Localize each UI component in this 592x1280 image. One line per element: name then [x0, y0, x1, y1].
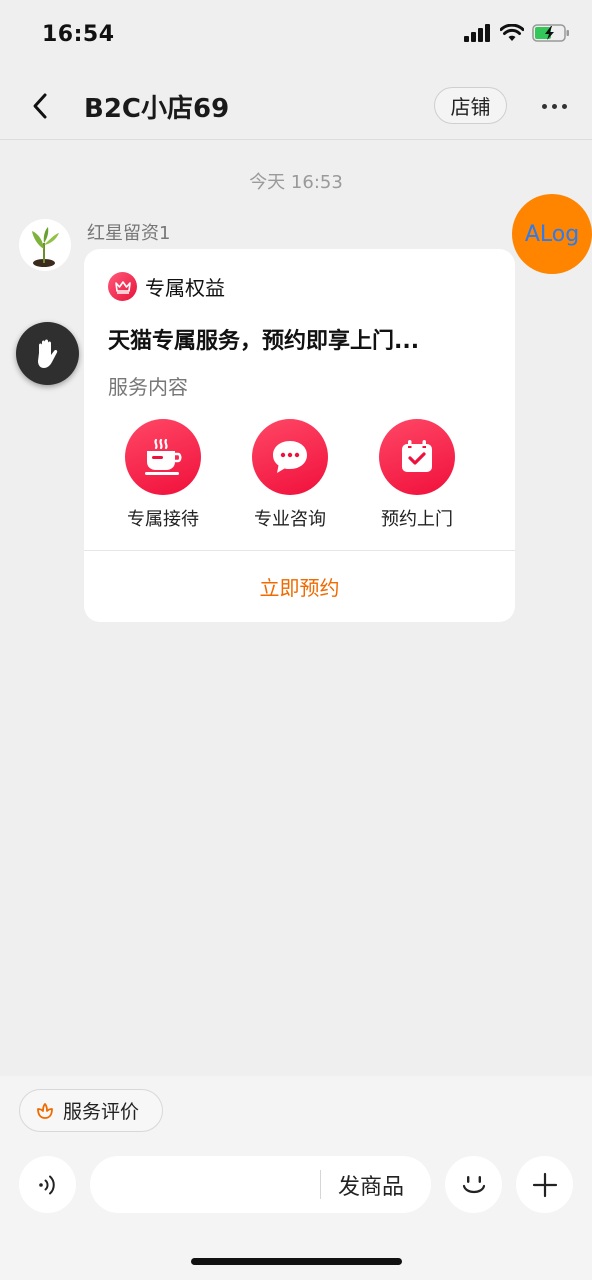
more-dot-icon — [561, 103, 567, 109]
service-list: 专属接待 专业咨询 预约上门 — [108, 419, 491, 531]
smile-icon — [462, 1175, 485, 1193]
back-button[interactable] — [22, 88, 58, 124]
service-item-reception[interactable]: 专属接待 — [108, 419, 218, 531]
more-actions-button[interactable] — [516, 1156, 573, 1213]
card-subtitle: 服务内容 — [108, 375, 188, 399]
status-icons — [464, 24, 570, 42]
service-label: 预约上门 — [381, 509, 453, 530]
more-options-button[interactable] — [536, 90, 572, 122]
message-input[interactable]: 发商品 — [90, 1156, 431, 1213]
more-dot-icon — [551, 103, 557, 109]
crown-icon — [108, 272, 137, 301]
avatar[interactable] — [19, 219, 71, 271]
sender-name: 红星留资1 — [87, 223, 171, 244]
service-review-label: 服务评价 — [63, 1101, 140, 1123]
chat-bubble-icon — [273, 441, 307, 473]
cellular-signal-icon — [464, 24, 490, 42]
send-product-button[interactable]: 发商品 — [338, 1156, 404, 1213]
home-indicator[interactable] — [191, 1258, 402, 1265]
page-title: B2C小店69 — [84, 94, 230, 124]
sprout-icon — [32, 227, 59, 267]
service-item-consult[interactable]: 专业咨询 — [235, 419, 345, 531]
store-button[interactable]: 店铺 — [434, 87, 507, 124]
alog-button[interactable]: ALog — [512, 194, 592, 274]
calendar-check-icon — [402, 440, 432, 472]
plus-icon — [532, 1172, 557, 1197]
wifi-icon — [500, 24, 524, 41]
more-dot-icon — [541, 103, 547, 109]
service-item-appointment[interactable]: 预约上门 — [362, 419, 472, 531]
chat-screen: 16:54 B2C小店69 店铺 今天 16:53 红星留资1 ALog 专属权… — [0, 0, 592, 1280]
bottom-panel: 服务评价 发商品 — [0, 1076, 592, 1280]
battery-charging-icon — [532, 24, 569, 42]
hand-icon — [37, 339, 57, 368]
service-card[interactable]: 专属权益 天猫专属服务，预约即享上门... 服务内容 专属接待 专业咨询 预约上… — [84, 249, 515, 622]
service-review-button[interactable]: 服务评价 — [19, 1089, 163, 1132]
service-icon-circle — [125, 419, 201, 495]
voice-input-button[interactable] — [19, 1156, 76, 1213]
nav-bar: B2C小店69 店铺 — [0, 72, 592, 140]
status-bar: 16:54 — [0, 0, 592, 72]
card-title: 天猫专属服务，预约即享上门... — [108, 329, 420, 354]
flower-icon — [37, 1102, 53, 1119]
card-badge-label: 专属权益 — [145, 276, 225, 300]
book-now-button[interactable]: 立即预约 — [84, 551, 515, 622]
voice-icon — [38, 1175, 55, 1194]
chevron-left-icon — [33, 93, 47, 119]
service-label: 专属接待 — [127, 509, 199, 530]
service-icon-circle — [252, 419, 328, 495]
input-divider — [320, 1170, 321, 1199]
card-badge: 专属权益 — [108, 272, 225, 301]
service-icon-circle — [379, 419, 455, 495]
service-label: 专业咨询 — [254, 509, 326, 530]
chat-timestamp: 今天 16:53 — [249, 172, 343, 193]
status-time: 16:54 — [42, 22, 115, 47]
hand-wave-button[interactable] — [16, 322, 79, 385]
coffee-cup-icon — [145, 438, 182, 475]
emoji-button[interactable] — [445, 1156, 502, 1213]
